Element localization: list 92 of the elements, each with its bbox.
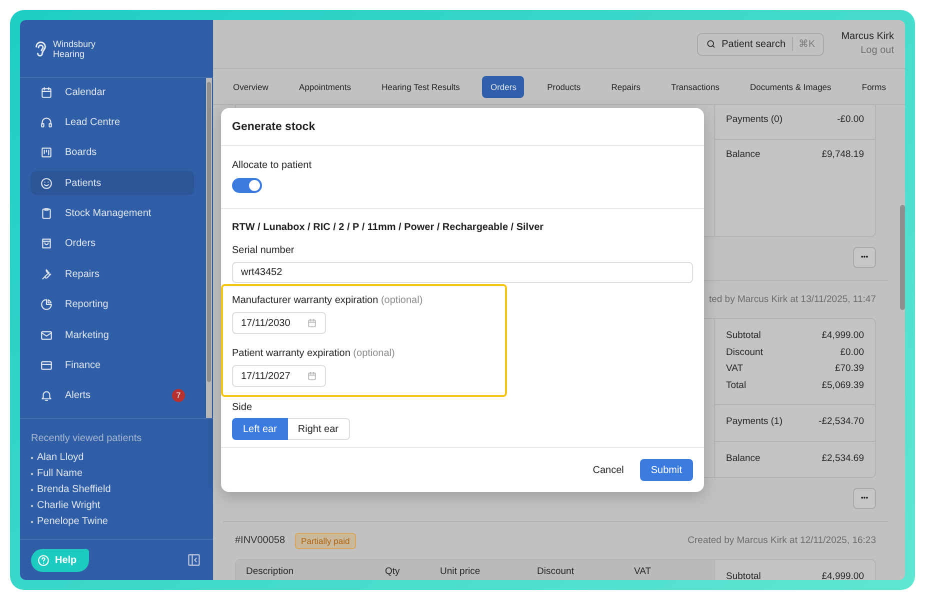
- field-label: Manufacturer warranty expiration (optional): [232, 295, 423, 307]
- created-info: Created by Marcus Kirk at 12/11/2025, 16:23: [688, 535, 876, 546]
- pie-chart-icon: [40, 298, 53, 312]
- summary-label: Balance: [726, 148, 760, 162]
- scrollbar[interactable]: [206, 78, 212, 418]
- summary-value: £70.39: [834, 362, 864, 376]
- envelope-icon: [40, 328, 53, 342]
- product-description: RTW / Lunabox / RIC / 2 / P / 11mm / Power / Rechargeable / Silver: [232, 222, 545, 234]
- bell-icon: [40, 389, 53, 402]
- summary-label: Subtotal: [726, 329, 761, 343]
- summary-value: £5,069.39: [822, 378, 864, 392]
- dialog-title: Generate stock: [232, 120, 316, 132]
- column-header: VAT: [634, 566, 652, 577]
- recent-patient-link[interactable]: Full Name: [31, 466, 83, 482]
- nav-item[interactable]: Boards: [31, 140, 194, 165]
- smiley-icon: [40, 176, 53, 190]
- segment-option[interactable]: Left ear: [232, 418, 288, 440]
- nav-item[interactable]: Stock Management: [31, 202, 194, 226]
- board-icon: [40, 146, 53, 160]
- tab[interactable]: Transactions: [663, 76, 728, 98]
- patient-search-button[interactable]: Patient search ⌘K: [696, 32, 824, 56]
- collapse-sidebar-icon[interactable]: [187, 553, 201, 567]
- summary-label: Payments (0): [726, 113, 782, 127]
- column-header: Description: [246, 566, 295, 577]
- nav-item[interactable]: Finance: [31, 354, 194, 378]
- user-name: Marcus Kirk: [841, 30, 894, 44]
- wrench-icon: [40, 268, 53, 281]
- summary-label: Total: [726, 378, 746, 392]
- tab[interactable]: Products: [539, 76, 589, 98]
- shortcut-hint: ⌘K: [798, 38, 816, 50]
- nav-item[interactable]: Alerts 7: [31, 384, 194, 408]
- segment-option[interactable]: Right ear: [288, 418, 350, 440]
- toggle-switch[interactable]: [232, 178, 262, 193]
- status-badge: Partially paid: [295, 532, 356, 548]
- logout-link[interactable]: Log out: [860, 44, 894, 58]
- column-header: Unit price: [440, 566, 482, 577]
- nav-item[interactable]: Lead Centre: [31, 110, 194, 134]
- headset-icon: [40, 116, 53, 129]
- calendar-icon: [40, 86, 53, 98]
- nav-item[interactable]: Reporting: [31, 292, 194, 317]
- column-header: Qty: [385, 566, 401, 577]
- calendar-icon: [307, 318, 317, 328]
- serial-number-field[interactable]: wrt43452: [232, 262, 693, 283]
- tab[interactable]: Repairs: [603, 76, 648, 98]
- date-field[interactable]: 17/11/2030: [232, 312, 326, 334]
- summary-label: VAT: [726, 362, 744, 376]
- recent-patient-link[interactable]: Charlie Wright: [31, 498, 100, 514]
- question-icon: [37, 554, 50, 566]
- tab[interactable]: Orders: [482, 76, 524, 98]
- scrollbar[interactable]: [900, 205, 905, 310]
- recent-patient-link[interactable]: Penelope Twine: [31, 514, 108, 530]
- nav-item[interactable]: Patients: [31, 171, 194, 196]
- cancel-button[interactable]: Cancel: [592, 464, 624, 476]
- invoice-number: #INV00058: [235, 535, 286, 546]
- summary-value: £0.00: [840, 346, 864, 360]
- shopping-bag-icon: [40, 237, 53, 250]
- date-field[interactable]: 17/11/2027: [232, 365, 326, 387]
- nav-item[interactable]: Repairs: [31, 262, 194, 286]
- submit-button[interactable]: Submit: [640, 459, 693, 481]
- tab[interactable]: Hearing Test Results: [374, 76, 468, 98]
- recent-patient-link[interactable]: Alan Lloyd: [31, 450, 84, 466]
- summary-label: Balance: [726, 452, 760, 466]
- summary-value: £4,999.00: [822, 570, 864, 580]
- recent-patient-link[interactable]: Brenda Sheffield: [31, 482, 111, 498]
- summary-label: Payments (1): [726, 415, 782, 429]
- section-title: Recently viewed patients: [31, 433, 143, 444]
- summary-value: -£2,534.70: [818, 415, 864, 429]
- tab[interactable]: Appointments: [291, 76, 360, 98]
- created-info: ted by Marcus Kirk at 13/11/2025, 11:47: [708, 294, 876, 305]
- calendar-icon: [307, 371, 317, 381]
- count-badge: 7: [172, 389, 185, 402]
- field-label: Serial number: [232, 245, 296, 257]
- summary-value: £9,748.19: [822, 148, 864, 162]
- clipboard-icon: [40, 207, 53, 220]
- summary-label: Discount: [726, 346, 763, 360]
- field-label: Allocate to patient: [232, 160, 312, 172]
- credit-card-icon: [40, 359, 53, 372]
- summary-value: -£0.00: [837, 113, 864, 127]
- search-icon: [706, 39, 716, 49]
- field-label: Patient warranty expiration (optional): [232, 348, 395, 360]
- field-label: Side: [232, 402, 254, 414]
- summary-value: £2,534.69: [822, 452, 864, 466]
- brand-name: Windsbury Hearing: [53, 38, 97, 58]
- tab[interactable]: Overview: [225, 76, 276, 98]
- nav-item[interactable]: Orders: [31, 232, 194, 256]
- summary-value: £4,999.00: [822, 329, 864, 343]
- tab[interactable]: Forms: [854, 76, 894, 98]
- nav-item[interactable]: Marketing: [31, 323, 194, 348]
- column-header: Discount: [537, 566, 575, 577]
- nav-item[interactable]: Calendar: [31, 80, 194, 104]
- tab[interactable]: Documents & Images: [742, 76, 840, 98]
- summary-label: Subtotal: [726, 570, 761, 580]
